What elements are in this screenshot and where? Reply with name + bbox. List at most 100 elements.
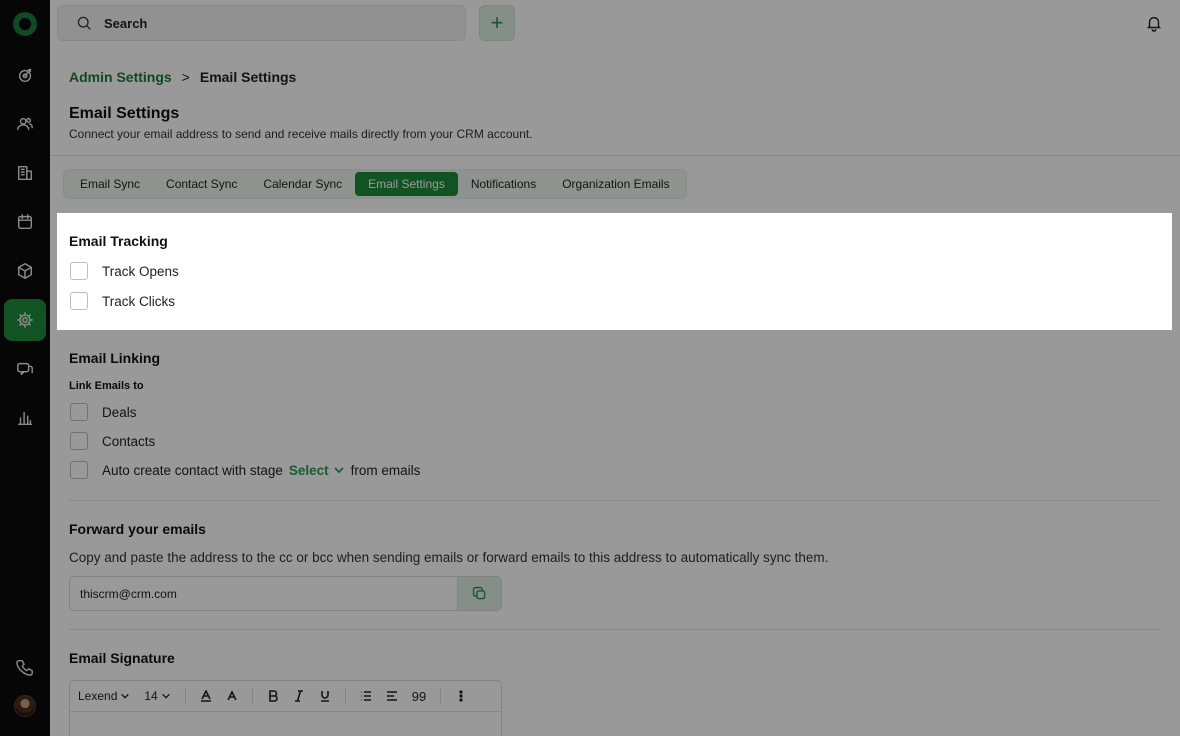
stage-select-label: Select	[288, 462, 329, 478]
sidebar-item-messages[interactable]	[4, 348, 46, 390]
forward-address-value[interactable]: thiscrm@crm.com	[70, 587, 457, 601]
stage-select[interactable]: Select	[289, 463, 345, 478]
sidebar-item-deals[interactable]	[4, 54, 46, 96]
email-signature-title: Email Signature	[69, 650, 175, 666]
track-opens-checkbox[interactable]	[70, 262, 88, 280]
tab-email-sync[interactable]: Email Sync	[67, 172, 153, 196]
checkbox-row-deals[interactable]: Deals	[70, 403, 137, 421]
calendar-icon	[17, 214, 33, 230]
checkbox-row-track-opens[interactable]: Track Opens	[70, 262, 179, 280]
email-tracking-title: Email Tracking	[69, 233, 168, 249]
contacts-label: Contacts	[102, 433, 156, 449]
section-divider	[69, 629, 1160, 630]
bar-chart-icon	[17, 411, 33, 426]
topbar: Search +	[50, 0, 1180, 46]
font-family-select[interactable]: Lexend	[78, 689, 130, 703]
contacts-checkbox[interactable]	[70, 432, 88, 450]
sidebar-item-companies[interactable]	[4, 152, 46, 194]
sidebar-item-reports[interactable]	[4, 397, 46, 439]
auto-create-label: Auto create contact with stage	[102, 462, 283, 478]
chevron-down-icon	[334, 467, 344, 474]
notifications-button[interactable]	[1145, 14, 1163, 32]
page-description: Connect your email address to send and r…	[69, 127, 533, 141]
font-size-select[interactable]: 14	[144, 689, 170, 703]
highlight-button[interactable]	[226, 690, 238, 702]
avatar[interactable]	[14, 695, 36, 717]
breadcrumb-admin-settings[interactable]: Admin Settings	[69, 69, 172, 85]
text-color-icon	[200, 690, 211, 702]
phone-icon	[16, 659, 33, 676]
tab-contact-sync[interactable]: Contact Sync	[153, 172, 250, 196]
deals-checkbox[interactable]	[70, 403, 88, 421]
breadcrumb-current: Email Settings	[199, 69, 297, 85]
copy-button[interactable]	[457, 577, 501, 610]
chevron-down-icon	[161, 693, 170, 699]
box-icon	[17, 263, 33, 279]
breadcrumb: Admin Settings > Email Settings	[69, 69, 296, 85]
track-clicks-label: Track Clicks	[102, 293, 175, 309]
deals-label: Deals	[102, 404, 137, 420]
more-vertical-icon	[459, 690, 463, 702]
auto-create-checkbox[interactable]	[70, 461, 88, 479]
search-icon	[77, 16, 91, 30]
toolbar-divider	[344, 688, 346, 704]
sidebar-item-calendar[interactable]	[4, 201, 46, 243]
settings-tabs: Email Sync Contact Sync Calendar Sync Em…	[63, 169, 687, 199]
breadcrumb-separator: >	[181, 69, 190, 85]
search-label: Search	[104, 15, 148, 31]
sidebar	[0, 0, 50, 736]
sidebar-item-phone[interactable]	[4, 646, 46, 688]
sidebar-item-contacts[interactable]	[4, 103, 46, 145]
text-color-button[interactable]	[200, 690, 212, 702]
toolbar-divider	[251, 688, 253, 704]
underline-button[interactable]	[319, 690, 331, 702]
bold-icon	[268, 690, 278, 702]
app-logo[interactable]	[13, 12, 37, 36]
bullet-list-button[interactable]	[360, 690, 372, 702]
checkbox-row-track-clicks[interactable]: Track Clicks	[70, 292, 175, 310]
header-divider	[50, 155, 1180, 156]
building-icon	[17, 165, 33, 181]
email-linking-title: Email Linking	[69, 350, 161, 366]
align-button[interactable]	[386, 690, 398, 702]
gear-icon	[17, 312, 33, 328]
checkbox-row-contacts[interactable]: Contacts	[70, 432, 155, 450]
quote-button[interactable]: 99	[412, 689, 426, 704]
auto-create-suffix: from emails	[350, 462, 421, 478]
chevron-down-icon	[121, 693, 130, 699]
bullet-list-icon	[360, 691, 371, 701]
link-emails-label: Link Emails to	[69, 380, 144, 392]
more-options-button[interactable]	[455, 690, 467, 702]
copy-icon	[472, 586, 486, 600]
tab-organization-emails[interactable]: Organization Emails	[549, 172, 682, 196]
underline-icon	[320, 691, 329, 702]
align-left-icon	[386, 691, 397, 701]
signature-editor[interactable]: Lexend 14 99	[69, 680, 502, 736]
font-family-value: Lexend	[78, 689, 118, 703]
track-opens-label: Track Opens	[102, 263, 179, 279]
target-icon	[18, 68, 32, 83]
forward-emails-description: Copy and paste the address to the cc or …	[69, 550, 829, 565]
bell-icon	[1146, 16, 1162, 32]
highlight-icon	[227, 690, 237, 701]
chat-icon	[17, 362, 33, 376]
page-title: Email Settings	[69, 105, 180, 122]
contacts-icon	[17, 117, 33, 131]
tab-calendar-sync[interactable]: Calendar Sync	[250, 172, 355, 196]
bold-button[interactable]	[267, 690, 279, 702]
track-clicks-checkbox[interactable]	[70, 292, 88, 310]
forward-emails-title: Forward your emails	[69, 521, 206, 537]
editor-toolbar: Lexend 14 99	[70, 681, 501, 712]
italic-button[interactable]	[293, 690, 305, 702]
add-button[interactable]: +	[479, 5, 515, 41]
sidebar-item-settings[interactable]	[4, 299, 46, 341]
font-size-value: 14	[144, 689, 158, 703]
tab-notifications[interactable]: Notifications	[458, 172, 549, 196]
italic-icon	[294, 690, 303, 702]
tab-email-settings[interactable]: Email Settings	[355, 172, 458, 196]
forward-address-field: thiscrm@crm.com	[69, 576, 502, 611]
checkbox-row-auto-create[interactable]: Auto create contact with stage Select fr…	[70, 461, 420, 479]
toolbar-divider	[440, 688, 442, 704]
sidebar-item-products[interactable]	[4, 250, 46, 292]
search-input[interactable]: Search	[57, 5, 466, 41]
